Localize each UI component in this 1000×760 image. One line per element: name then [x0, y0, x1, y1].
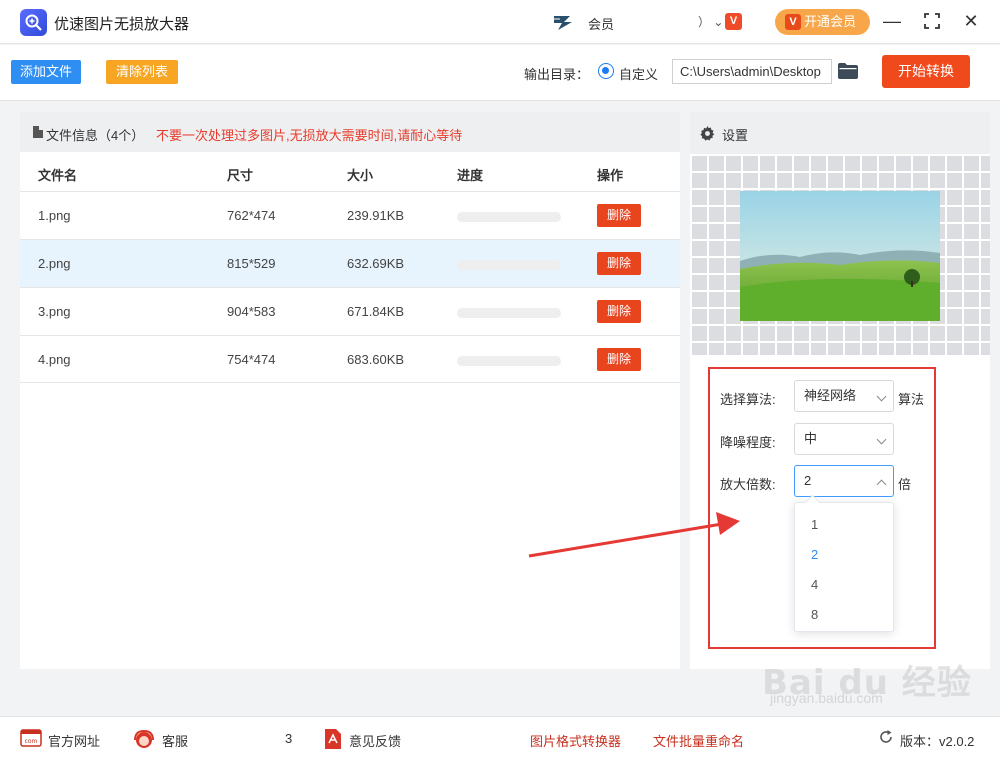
settings-header: 设置	[690, 112, 990, 154]
file-size: 683.60KB	[347, 352, 405, 367]
vip-logo-icon	[552, 16, 572, 30]
delete-button[interactable]: 删除	[597, 252, 641, 275]
annotation-highlight-box	[708, 367, 936, 649]
file-name: 3.png	[38, 304, 71, 319]
file-doc-icon	[33, 126, 43, 138]
file-dimension: 754*474	[227, 352, 276, 367]
feedback-icon	[325, 729, 341, 749]
file-dimension: 815*529	[227, 256, 276, 271]
add-files-button[interactable]: 添加文件	[11, 60, 81, 84]
footer: com 官方网址 客服 3 意见反馈 图片格式转换器 文件批量重命名 版本：v2…	[0, 716, 1000, 760]
svg-text:com: com	[25, 738, 38, 745]
table-row[interactable]: 3.png 904*583 671.84KB 删除	[20, 287, 680, 335]
file-size: 632.69KB	[347, 256, 405, 271]
official-website-link[interactable]: 官方网址	[48, 731, 100, 750]
custom-dir-label[interactable]: 自定义	[619, 64, 658, 83]
clear-list-button[interactable]: 清除列表	[106, 60, 178, 84]
progress-bar	[457, 260, 561, 270]
baidu-watermark-url: jingyan.baidu.com	[770, 690, 883, 706]
preview-image	[740, 191, 940, 321]
col-header-name: 文件名	[38, 168, 78, 183]
warning-text: 不要一次处理过多图片,无损放大需要时间,请耐心等待	[156, 128, 463, 143]
user-vip-badge-icon: V	[725, 13, 742, 30]
table-row[interactable]: 2.png 815*529 632.69KB 删除	[20, 239, 680, 287]
col-header-size: 大小	[347, 168, 374, 183]
output-path-input[interactable]: C:\Users\admin\Desktop	[672, 59, 832, 84]
file-size: 671.84KB	[347, 304, 405, 319]
title-bar: 优速图片无损放大器 会员 ） ⌄ V V 开通会员 — ✕	[0, 0, 1000, 44]
table-row[interactable]: 4.png 754*474 683.60KB 删除	[20, 335, 680, 383]
file-panel-header: 文件信息（4个） 不要一次处理过多图片,无损放大需要时间,请耐心等待	[20, 112, 680, 152]
output-dir-label: 输出目录：	[524, 67, 590, 82]
progress-bar	[457, 212, 561, 222]
file-dimension: 904*583	[227, 304, 276, 319]
vip-label[interactable]: 会员	[588, 14, 614, 33]
app-logo-icon	[20, 9, 47, 36]
folder-icon[interactable]	[838, 63, 858, 79]
file-dimension: 762*474	[227, 208, 276, 223]
toolbar: 添加文件 清除列表 输出目录： 自定义 C:\Users\admin\Deskt…	[0, 45, 1000, 101]
col-header-dimension: 尺寸	[227, 168, 254, 183]
table-row[interactable]: 1.png 762*474 239.91KB 删除	[20, 191, 680, 239]
delete-button[interactable]: 删除	[597, 204, 641, 227]
file-count-label: 文件信息（4个）	[46, 128, 145, 143]
file-size: 239.91KB	[347, 208, 405, 223]
service-number-tail: 3	[285, 731, 293, 746]
start-convert-button[interactable]: 开始转换	[882, 55, 970, 88]
progress-bar	[457, 308, 561, 318]
gear-icon	[700, 126, 715, 141]
maximize-icon[interactable]	[922, 11, 942, 31]
batch-rename-link[interactable]: 文件批量重命名	[653, 731, 744, 750]
col-header-progress: 进度	[457, 168, 484, 183]
file-name: 2.png	[38, 256, 71, 271]
user-menu-chevron-icon[interactable]: ） ⌄	[698, 13, 723, 30]
close-icon[interactable]: ✕	[961, 11, 981, 31]
version-label: 版本：v2.0.2	[900, 734, 975, 749]
feedback-link[interactable]: 意见反馈	[349, 731, 401, 750]
format-converter-link[interactable]: 图片格式转换器	[530, 731, 621, 750]
delete-button[interactable]: 删除	[597, 300, 641, 323]
col-header-action: 操作	[597, 168, 624, 183]
user-name-tail: ）	[698, 15, 711, 29]
custom-dir-radio[interactable]	[598, 63, 614, 79]
open-vip-button[interactable]: V 开通会员	[775, 9, 870, 35]
file-list-panel: 文件信息（4个） 不要一次处理过多图片,无损放大需要时间,请耐心等待 文件名 尺…	[20, 112, 680, 669]
file-name: 1.png	[38, 208, 71, 223]
progress-bar	[457, 356, 561, 366]
app-title: 优速图片无损放大器	[54, 16, 190, 33]
open-vip-label: 开通会员	[804, 14, 857, 29]
refresh-icon[interactable]	[878, 729, 894, 745]
vip-badge-icon: V	[785, 14, 801, 30]
customer-service-icon	[134, 729, 154, 748]
settings-title: 设置	[722, 128, 749, 143]
delete-button[interactable]: 删除	[597, 348, 641, 371]
minimize-icon[interactable]: —	[882, 11, 902, 31]
customer-service-link[interactable]: 客服	[162, 731, 188, 750]
redacted-area	[190, 730, 288, 748]
website-icon: com	[20, 729, 42, 747]
file-name: 4.png	[38, 352, 71, 367]
